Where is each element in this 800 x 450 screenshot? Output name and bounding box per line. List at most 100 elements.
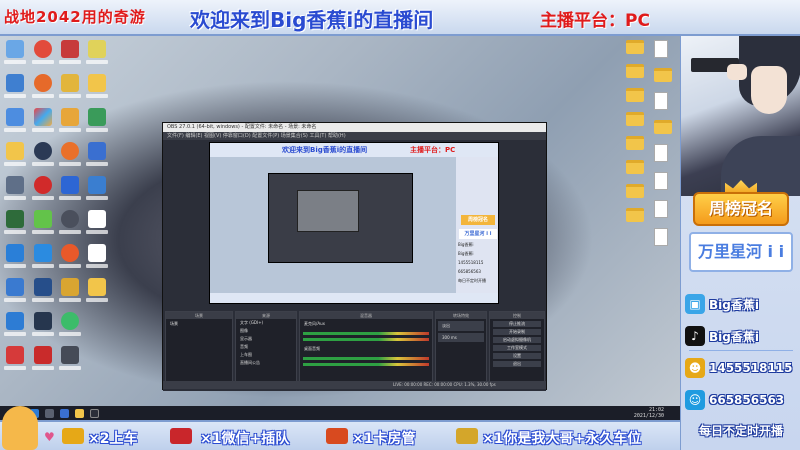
desktop-icon[interactable] [57, 40, 83, 70]
desktop-icon[interactable] [84, 244, 110, 274]
desktop-icon[interactable] [30, 210, 56, 240]
folder-icon[interactable] [626, 40, 644, 54]
desktop-icon[interactable] [30, 346, 56, 376]
source-item[interactable]: 音频 [236, 343, 296, 351]
obs-icon[interactable] [90, 408, 99, 418]
source-item[interactable]: 文字 (GDI+) [236, 319, 296, 327]
stop-stream-button[interactable]: 停止推流 [493, 321, 541, 327]
preview-banner-title: 欢迎来到Big香蕉i的直播间 [282, 146, 368, 154]
desktop-icon[interactable] [30, 278, 56, 308]
sources-dock[interactable]: 来源 文字 (GDI+) 图像 显示器 音频 上车图 直播间公告 [235, 311, 297, 389]
desktop-icon[interactable] [57, 176, 83, 206]
desktop-icon[interactable] [30, 74, 56, 104]
divider [689, 350, 793, 351]
folder-icon[interactable] [626, 136, 644, 150]
desktop-icon[interactable] [57, 210, 83, 240]
explorer-icon[interactable] [75, 408, 84, 418]
gift-label: ×1微信+插队 [200, 431, 290, 447]
desktop-icon[interactable] [30, 244, 56, 274]
studio-mode-button[interactable]: 工作室模式 [493, 345, 541, 351]
preview-row: 665856563 [458, 269, 481, 274]
search-icon[interactable] [45, 408, 54, 418]
preview-banner-platform: 主播平台：PC [410, 146, 456, 154]
desktop-icon-column [30, 40, 56, 376]
desktop-icon[interactable] [57, 244, 83, 274]
folder-icon[interactable] [626, 160, 644, 174]
obs-title-bar[interactable]: OBS 27.0.1 (64-bit, windows) - 配置文件: 未命名… [163, 123, 546, 132]
desktop-icon[interactable] [2, 108, 28, 138]
exit-button[interactable]: 退出 [493, 361, 541, 367]
desktop-icon[interactable] [57, 74, 83, 104]
obs-menu-bar[interactable]: 文件(F) 编辑(E) 视图(V) 停靠窗口(D) 配置文件(P) 场景集合(S… [163, 132, 546, 140]
desktop-icon[interactable] [84, 210, 110, 240]
audio-slider[interactable] [303, 363, 429, 366]
rocket-icon [326, 428, 348, 444]
desktop-icon[interactable] [84, 142, 110, 172]
controls-dock[interactable]: 控制 停止推流 开始录制 启动虚拟摄像机 工作室模式 设置 退出 [489, 311, 545, 389]
file-icon[interactable] [654, 144, 668, 162]
folder-icon[interactable] [626, 64, 644, 78]
file-icon[interactable] [654, 200, 668, 218]
desktop-icon[interactable] [2, 278, 28, 308]
audio-slider[interactable] [303, 338, 429, 341]
desktop-icon[interactable] [57, 312, 83, 342]
folder-icon[interactable] [654, 68, 672, 82]
file-icon[interactable] [654, 40, 668, 58]
bilibili-icon: ▣ [685, 294, 705, 314]
desktop-icon[interactable] [57, 278, 83, 308]
start-recording-button[interactable]: 开始录制 [493, 329, 541, 335]
source-item[interactable]: 直播间公告 [236, 359, 296, 367]
source-item[interactable]: 图像 [236, 327, 296, 335]
desktop-icon[interactable] [30, 40, 56, 70]
folder-icon[interactable] [626, 184, 644, 198]
transition-select[interactable]: 淡出 [438, 321, 484, 331]
virtual-camera-button[interactable]: 启动虚拟摄像机 [493, 337, 541, 343]
desktop-icon[interactable] [2, 176, 28, 206]
file-icon[interactable] [654, 172, 668, 190]
browser-icon[interactable] [60, 408, 69, 418]
transition-duration[interactable]: 300 ms [438, 333, 484, 342]
desktop-icon[interactable] [2, 244, 28, 274]
preview-crown: 周榜冠名 [461, 215, 495, 225]
source-item[interactable]: 上车图 [236, 351, 296, 359]
folder-icon[interactable] [626, 88, 644, 102]
file-icon[interactable] [654, 228, 668, 246]
desktop-icon[interactable] [30, 176, 56, 206]
desktop-icon[interactable] [30, 312, 56, 342]
desktop-icon[interactable] [2, 346, 28, 376]
obs-window[interactable]: OBS 27.0.1 (64-bit, windows) - 配置文件: 未命名… [162, 122, 547, 391]
folder-icon[interactable] [654, 120, 672, 134]
mixer-dock[interactable]: 混音器 麦克风/Aux 桌面音频 [299, 311, 433, 389]
scene-item[interactable]: 场景 [166, 319, 232, 329]
desktop-icon[interactable] [57, 142, 83, 172]
source-item[interactable]: 显示器 [236, 335, 296, 343]
desktop-icon[interactable] [2, 312, 28, 342]
preview-banner: 欢迎来到Big香蕉i的直播间 主播平台：PC [210, 143, 498, 157]
settings-button[interactable]: 设置 [493, 353, 541, 359]
transitions-dock[interactable]: 转场特效 淡出 300 ms [435, 311, 487, 389]
desktop-icon[interactable] [84, 74, 110, 104]
gift-label: ×2上车 [88, 431, 138, 447]
desktop-icon[interactable] [2, 40, 28, 70]
top-banner: 战地2042用的奇游 欢迎来到Big香蕉i的直播间 主播平台：PC [0, 0, 800, 36]
folder-icon[interactable] [626, 208, 644, 222]
social-row-wechat: ☻ 1455518115 [685, 356, 799, 380]
desktop-icon[interactable] [57, 346, 83, 376]
gift-bar: ♥ ×2上车 ×1微信+插队 ×1卡房管 ×1你是我大哥+永久车位 [0, 406, 680, 450]
desktop-icon[interactable] [30, 142, 56, 172]
file-icon[interactable] [654, 92, 668, 110]
preview-nested-preview [297, 190, 359, 232]
preview-row: Big香蕉i [458, 251, 474, 256]
desktop-icon[interactable] [84, 108, 110, 138]
desktop-icon[interactable] [84, 176, 110, 206]
desktop-icon[interactable] [2, 74, 28, 104]
desktop-icon[interactable] [84, 40, 110, 70]
scenes-dock[interactable]: 场景 场景 [165, 311, 233, 389]
desktop-icon[interactable] [2, 210, 28, 240]
desktop-icon[interactable] [57, 108, 83, 138]
desktop-icon[interactable] [30, 108, 56, 138]
desktop-icon[interactable] [84, 278, 110, 308]
character-coat [721, 136, 800, 196]
folder-icon[interactable] [626, 112, 644, 126]
desktop-icon[interactable] [2, 142, 28, 172]
